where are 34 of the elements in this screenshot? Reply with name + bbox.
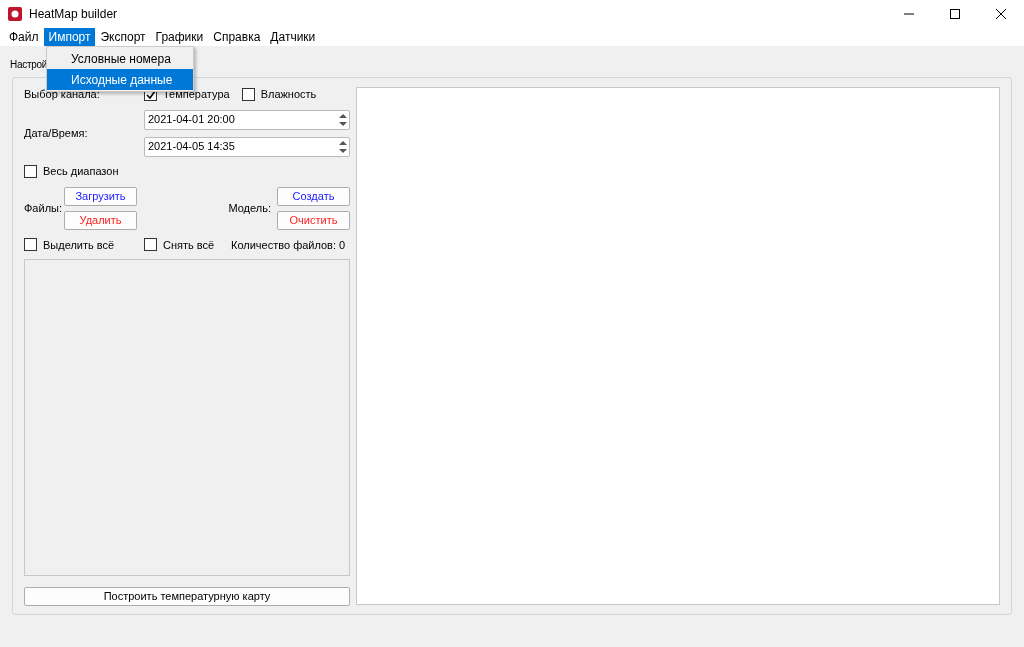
app-icon [8,7,22,21]
window-title: HeatMap builder [29,6,118,23]
files-button[interactable]: Загрузить [64,186,137,206]
close-icon [996,9,1006,19]
files-button[interactable]: Удалить [64,210,137,230]
dropdown-item[interactable]: Условные номера [47,48,193,69]
datetime-label: Дата/Время: [24,125,89,141]
file-count: Количество файлов: 0 [231,237,346,253]
channel-option-label: Температура [163,87,230,103]
model-label: Модель: [228,200,271,216]
menu-item[interactable]: Импорт [43,28,96,46]
dropdown-item[interactable]: Исходные данные [47,69,193,90]
channel-option-label: Влажность [260,87,317,103]
datetime-field[interactable]: 2021-04-01 20:00 [144,109,350,130]
menu-item[interactable]: Экспорт [95,28,151,46]
menu-item[interactable]: Графики [150,28,209,46]
datetime-field[interactable]: 2021-04-05 14:35 [144,136,350,157]
build-button[interactable]: Построить температурную карту [24,586,350,606]
select-all-label: Выделить всё [43,237,115,253]
check-icon [145,89,156,100]
files-label: Файлы: [24,200,63,216]
checkbox[interactable] [241,88,255,101]
full-range-label: Весь диапазон [43,164,119,180]
model-button[interactable]: Очистить [277,210,350,230]
model-button[interactable]: Создать [277,186,350,206]
checkbox[interactable] [24,165,37,178]
checkbox[interactable] [144,238,157,252]
menu-item[interactable]: Файл [4,28,44,46]
menu-item[interactable]: Справка [208,28,266,46]
menu-item[interactable]: Датчики [265,28,321,46]
checkbox[interactable] [24,238,37,252]
deselect-all-label: Снять всё [163,237,215,253]
channel-label: Выбор канала: [24,87,101,103]
maximize-icon [950,9,960,19]
